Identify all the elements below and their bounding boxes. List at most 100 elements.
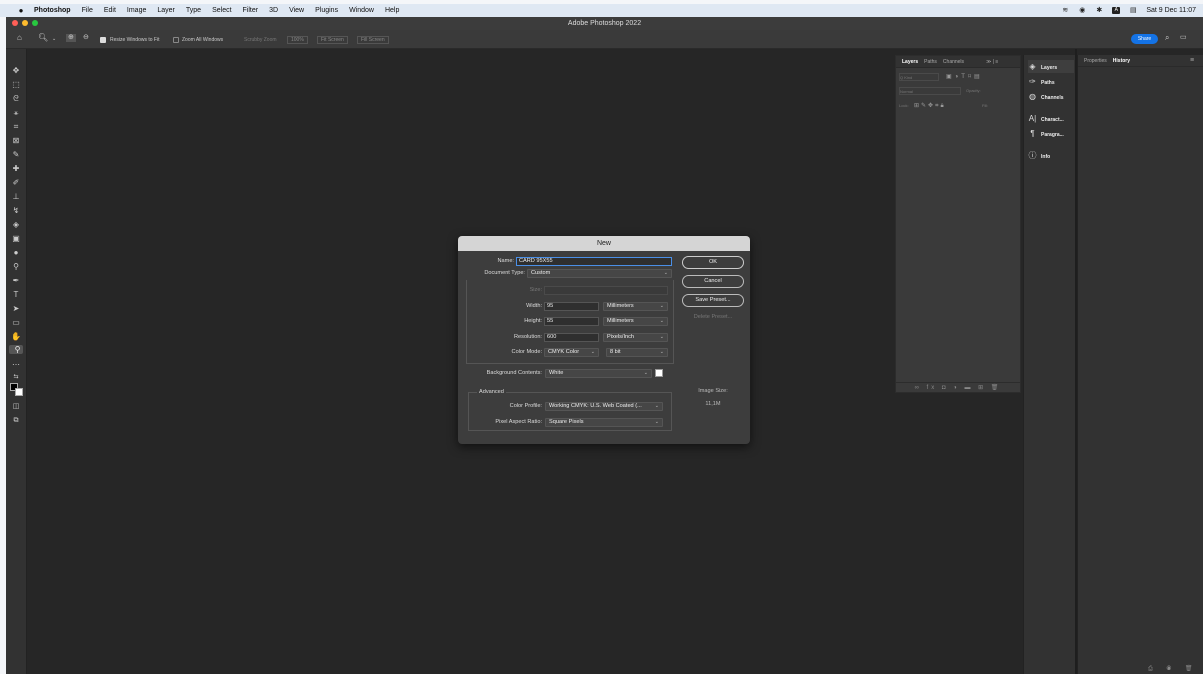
menu-file[interactable]: File [82,7,93,14]
bluetooth-icon[interactable]: ✱ [1095,7,1103,14]
background-color-swatch[interactable] [655,369,663,377]
height-input[interactable]: 55 [544,317,599,326]
apple-icon[interactable]: ● [17,6,25,15]
menu-help[interactable]: Help [385,7,399,14]
color-profile-select[interactable]: Working CMYK: U.S. Web Coated (... ⌄ [545,402,663,411]
menu-layer[interactable]: Layer [157,7,175,14]
dock-layers[interactable]: ◈ Layers [1028,60,1074,73]
close-window-button[interactable] [12,20,18,26]
save-preset-button[interactable]: Save Preset... [682,294,744,307]
menu-select[interactable]: Select [212,7,231,14]
control-center-icon[interactable]: ◉ [1078,7,1086,14]
blend-mode-select[interactable]: Normal [899,87,961,95]
panel-menu-icon[interactable]: ≡ [1190,57,1194,64]
healing-brush-tool-icon[interactable]: ✚ [9,163,23,175]
eraser-tool-icon[interactable]: ◈ [9,219,23,231]
fill-screen-button[interactable]: Fill Screen [357,36,389,44]
background-contents-select[interactable]: White ⌄ [545,369,652,378]
display-icon[interactable]: ▤ [1129,7,1137,14]
layers-footer-icons[interactable]: ∞ fx ◘ ◑ ▬ ⊞ 🗑︎ [896,382,1020,392]
search-icon[interactable]: ⌕ [1165,34,1169,42]
menu-filter[interactable]: Filter [243,7,259,14]
magic-wand-tool-icon[interactable]: ⚹ [9,107,23,119]
path-selection-tool-icon[interactable]: ➤ [9,303,23,315]
name-input[interactable]: CARD 95X55 [516,257,672,266]
cancel-button[interactable]: Cancel [682,275,744,288]
rectangle-tool-icon[interactable]: ▭ [9,317,23,329]
edit-toolbar-icon[interactable]: ⋯ [9,359,23,371]
brush-tool-icon[interactable]: ✐ [9,177,23,189]
bit-depth-select[interactable]: 8 bit ⌄ [606,348,668,357]
tab-channels[interactable]: Channels [943,59,964,65]
dock-paths[interactable]: ✑ Paths [1028,75,1074,88]
menu-3d[interactable]: 3D [269,7,278,14]
menu-plugins[interactable]: Plugins [315,7,338,14]
menu-image[interactable]: Image [127,7,146,14]
tab-paths[interactable]: Paths [924,59,937,65]
kind-filter[interactable]: Q Kind [899,73,939,81]
ok-button[interactable]: OK [682,256,744,269]
menu-window[interactable]: Window [349,7,374,14]
gradient-tool-icon[interactable]: ▣ [9,233,23,245]
background-color-swatch[interactable] [15,388,23,396]
resolution-input[interactable]: 600 [544,333,599,342]
chevron-down-icon: ⌄ [643,370,648,376]
tab-properties[interactable]: Properties [1084,58,1107,64]
blur-tool-icon[interactable]: ● [9,247,23,259]
wifi-icon[interactable]: ≋ [1061,7,1069,14]
crop-tool-icon[interactable]: ⌗ [9,121,23,133]
zoom-in-icon[interactable]: ⊕ [66,34,76,42]
swap-colors-icon[interactable]: ⇆ [9,371,23,383]
tab-layers[interactable]: Layers [902,59,918,65]
pen-tool-icon[interactable]: ✒ [9,275,23,287]
menu-edit[interactable]: Edit [104,7,116,14]
width-input[interactable]: 95 [544,302,599,311]
zoom-all-checkbox[interactable] [173,37,179,43]
resize-windows-label: Resize Windows to Fit [110,37,160,43]
zoom-100-button[interactable]: 100% [287,36,308,44]
move-tool-icon[interactable]: ✥ [9,65,23,77]
history-footer-icons[interactable]: ⎙ ◉ 🗑︎ [1148,665,1199,673]
dock-channels[interactable]: ◍ Channels [1028,90,1074,103]
resolution-unit-select[interactable]: Pixels/Inch ⌄ [603,333,668,342]
lock-icons[interactable]: ⊞✎✥⌗🔒︎ [914,102,946,110]
menu-app-name[interactable]: Photoshop [34,7,71,14]
type-tool-icon[interactable]: T [9,289,23,301]
zoom-window-button[interactable] [32,20,38,26]
fit-screen-button[interactable]: Fit Screen [317,36,348,44]
tab-history[interactable]: History [1113,58,1130,64]
dock-paragraph[interactable]: ¶ Paragra... [1028,127,1074,140]
input-source-icon[interactable]: A [1112,7,1121,14]
dock-info[interactable]: ⓘ Info [1028,149,1074,162]
hand-tool-icon[interactable]: ✋ [9,331,23,343]
zoom-tool-preset-icon[interactable]: 🔍︎ [38,34,48,42]
screen-mode-icon[interactable]: ⧉ [9,415,23,427]
pixel-aspect-ratio-select[interactable]: Square Pixels ⌄ [545,418,663,427]
height-unit-select[interactable]: Millimeters ⌄ [603,317,668,326]
dock-character[interactable]: A| Charact... [1028,112,1074,125]
width-unit-select[interactable]: Millimeters ⌄ [603,302,668,311]
quick-mask-icon[interactable]: ◫ [9,401,23,413]
eyedropper-tool-icon[interactable]: ✎ [9,149,23,161]
menubar-clock[interactable]: Sat 9 Dec 11:07 [1146,7,1196,14]
menu-view[interactable]: View [289,7,304,14]
share-button[interactable]: Share [1131,34,1158,44]
zoom-out-icon[interactable]: ⊖ [83,34,89,42]
chevron-down-icon[interactable]: ⌄ [52,35,56,43]
resize-windows-checkbox[interactable] [100,37,106,43]
panel-menu-icon[interactable]: ≫ | ≡ [986,59,998,65]
lasso-tool-icon[interactable]: ᘓ [9,93,23,105]
frame-tool-icon[interactable]: ⊠ [9,135,23,147]
filter-icons[interactable]: ▣◑T⌑▤ [946,73,983,81]
document-type-select[interactable]: Custom ⌄ [527,269,672,278]
minimize-window-button[interactable] [22,20,28,26]
menu-type[interactable]: Type [186,7,201,14]
zoom-tool-icon[interactable]: ⚲ [9,345,23,354]
color-mode-select[interactable]: CMYK Color ⌄ [544,348,599,357]
clone-stamp-tool-icon[interactable]: ⊥ [9,191,23,203]
dodge-tool-icon[interactable]: ⚲ [9,261,23,273]
home-icon[interactable]: ⌂ [17,34,22,42]
workspace-icon[interactable]: ▭ [1180,34,1187,42]
history-brush-tool-icon[interactable]: ↯ [9,205,23,217]
marquee-tool-icon[interactable]: ⬚ [9,79,23,91]
